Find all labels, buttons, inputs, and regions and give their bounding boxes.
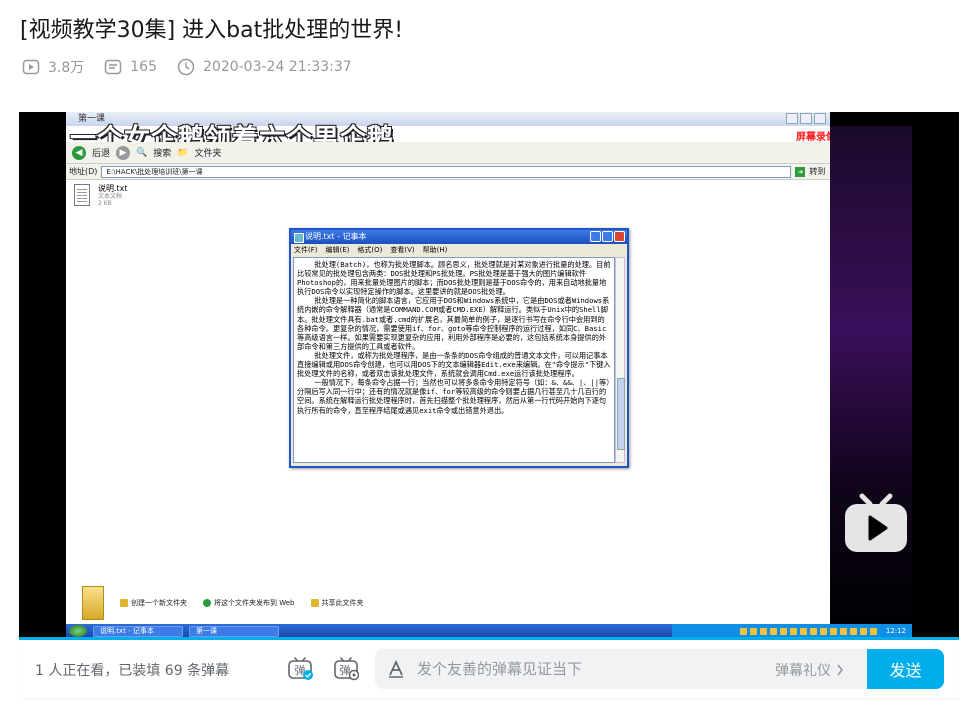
clock-icon bbox=[177, 58, 195, 76]
notepad-menubar: 文件(F) 编辑(E) 格式(O) 查看(V) 帮助(H) bbox=[291, 244, 627, 256]
danmaku-input-wrap: 弹幕礼仪 bbox=[375, 649, 869, 689]
text-file-icon bbox=[74, 184, 90, 206]
send-button[interactable]: 发送 bbox=[867, 649, 944, 689]
search-icon: 🔍 bbox=[136, 147, 148, 158]
danmaku-input[interactable] bbox=[417, 649, 757, 689]
font-style-icon[interactable] bbox=[387, 660, 405, 678]
publish-time: 2020-03-24 21:33:37 bbox=[203, 59, 352, 75]
web-publish-icon bbox=[203, 599, 211, 607]
video-title: [视频教学30集] 进入bat批处理的世界! bbox=[20, 18, 404, 43]
forward-icon: ▶ bbox=[116, 145, 131, 160]
start-orb-icon bbox=[69, 625, 87, 637]
notepad-window: 说明.txt - 记事本 文件(F) 编辑(E) 格式(O) 查看(V) 帮助(… bbox=[289, 228, 629, 468]
explorer-toolbar: ◀ 后退 ▶ 🔍 搜索 📁 文件夹 bbox=[66, 142, 830, 164]
play-count-icon bbox=[22, 59, 40, 75]
chevron-right-icon bbox=[837, 664, 844, 676]
go-icon: ➔ bbox=[795, 166, 806, 177]
new-folder-icon bbox=[120, 599, 128, 607]
explorer-task-links: 创建一个新文件夹 将这个文件夹发布到 Web 共享此文件夹 bbox=[66, 580, 830, 626]
folder-icon: 📁 bbox=[177, 147, 189, 158]
danmaku-toggle-icon[interactable]: 弹 bbox=[287, 655, 313, 681]
video-player[interactable]: 第一课 一个女企鹅领着六个男企鹅 屏幕录像专家 未注册 ◀ 后退 ▶ 🔍 搜索 … bbox=[19, 112, 959, 638]
explorer-addressbar: 地址(D) E:\HACK\批处理培训班\第一课 ➔ 转到 bbox=[66, 164, 830, 180]
notepad-text: 批处理(Batch)，也称为批处理脚本。顾名思义，批处理就是对某对象进行批量的处… bbox=[293, 257, 615, 463]
danmaku-count: 165 bbox=[130, 59, 157, 75]
notepad-titlebar: 说明.txt - 记事本 bbox=[291, 230, 627, 244]
danmaku-count-icon bbox=[105, 59, 122, 75]
views-count: 3.8万 bbox=[48, 60, 85, 76]
folder-large-icon bbox=[82, 586, 104, 620]
letterbox-left bbox=[19, 112, 66, 638]
notepad-scrollbar bbox=[615, 257, 625, 463]
letterbox-right bbox=[912, 112, 959, 638]
publish-stat: 2020-03-24 21:33:37 bbox=[177, 58, 352, 76]
danmaku-bar: 1 人正在看，已装填 69 条弹幕 弹 弹 弹幕礼仪 发送 bbox=[19, 640, 959, 698]
video-frame: 第一课 一个女企鹅领着六个男企鹅 屏幕录像专家 未注册 ◀ 后退 ▶ 🔍 搜索 … bbox=[66, 112, 889, 638]
video-meta: 3.8万 165 2020-03-24 21:33:37 bbox=[22, 57, 366, 77]
danmaku-stat: 165 bbox=[104, 58, 157, 76]
desktop-wallpaper bbox=[830, 126, 912, 638]
back-icon: ◀ bbox=[72, 145, 86, 160]
bilibili-play-icon[interactable] bbox=[842, 490, 910, 554]
danmaku-etiquette-link[interactable]: 弹幕礼仪 bbox=[775, 660, 844, 680]
views-stat: 3.8万 bbox=[22, 57, 84, 77]
share-folder-icon bbox=[310, 599, 319, 607]
system-tray: 12:12 bbox=[672, 624, 912, 638]
windows-taskbar: 说明.txt - 记事本 第一课 12:12 bbox=[66, 624, 912, 638]
danmaku-settings-icon[interactable]: 弹 bbox=[333, 655, 359, 681]
viewers-text: 1 人正在看，已装填 69 条弹幕 bbox=[35, 663, 230, 679]
